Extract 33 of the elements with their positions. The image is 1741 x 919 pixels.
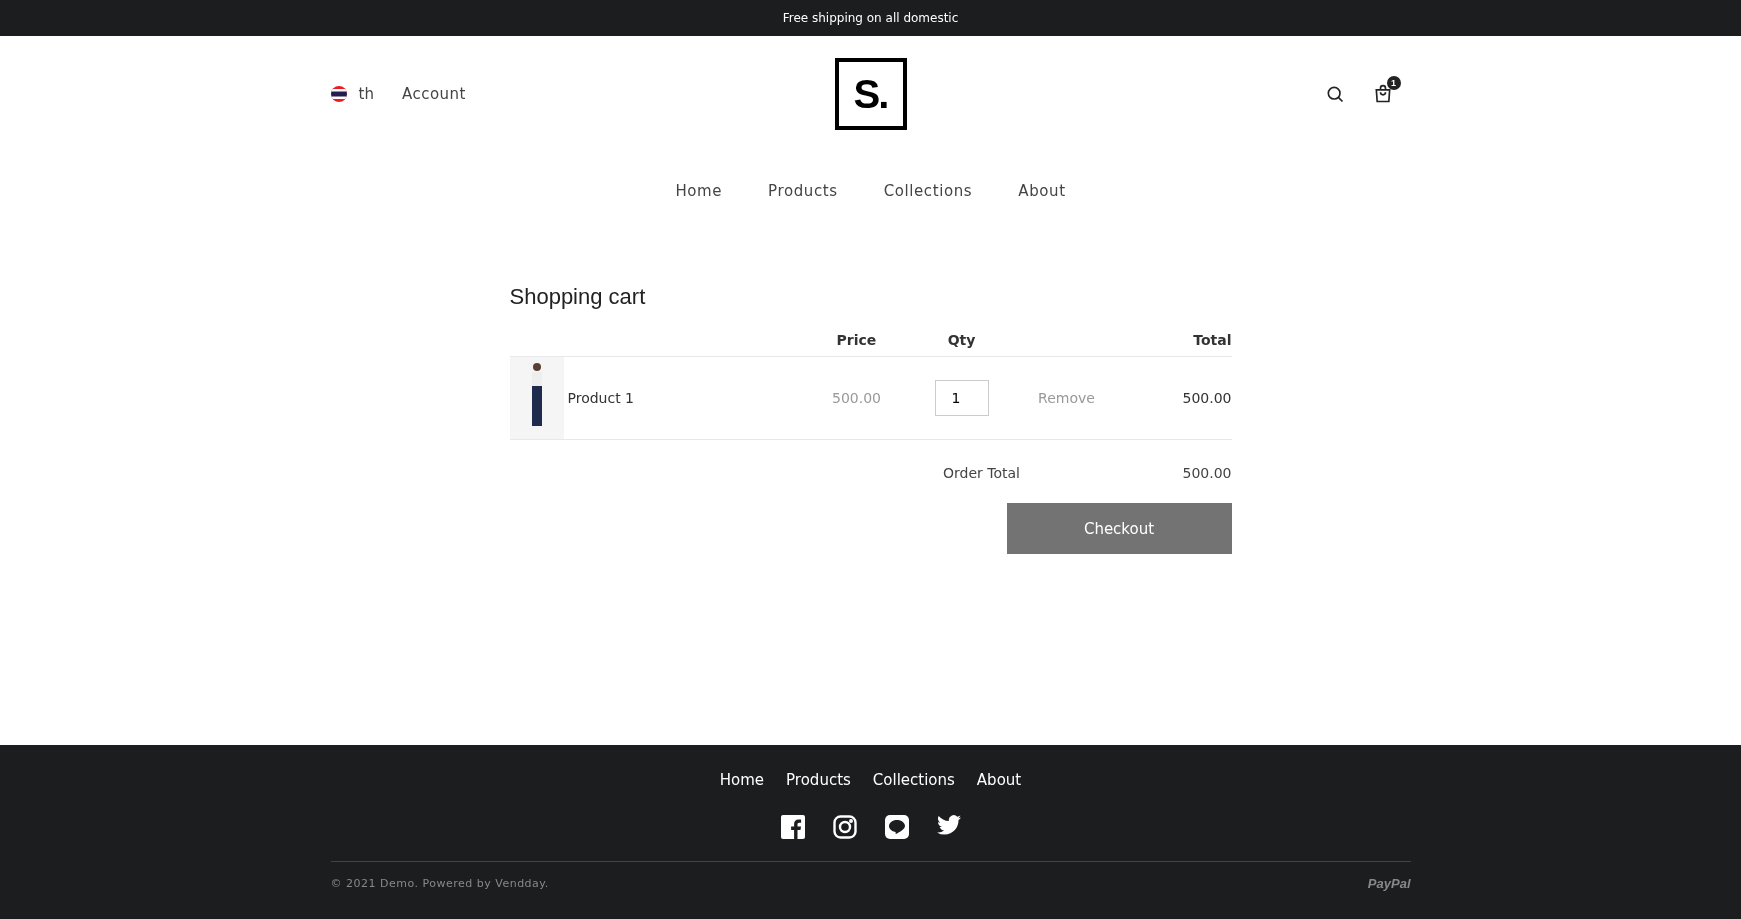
cart-count-badge: 1 — [1386, 76, 1401, 90]
nav-link[interactable]: About — [1018, 182, 1066, 200]
shopping-bag-icon — [1372, 84, 1393, 104]
item-total: 500.00 — [1181, 390, 1232, 406]
flag-icon — [330, 86, 347, 102]
footer-link[interactable]: Collections — [872, 771, 955, 789]
column-header: Qty — [946, 332, 977, 348]
twitter-icon[interactable] — [936, 815, 961, 835]
order-total-value: 500.00 — [1181, 465, 1232, 481]
item-price: 500.00 — [831, 390, 882, 406]
footer-link[interactable]: Products — [786, 771, 851, 789]
language-selector[interactable]: th — [330, 85, 374, 103]
copyright-text: © 2021 Demo. Powered by Vendday. — [330, 877, 549, 890]
paypal-logo: PayPal — [1367, 876, 1411, 891]
footer-link[interactable]: Home — [719, 771, 765, 789]
nav-link[interactable]: Products — [768, 182, 838, 200]
facebook-icon[interactable] — [780, 815, 805, 839]
column-header: Total — [1192, 332, 1232, 348]
order-total-label: Order Total — [942, 465, 1021, 481]
footer-link[interactable]: About — [976, 771, 1022, 789]
column-header: Price — [835, 332, 878, 348]
nav-link[interactable]: Home — [675, 182, 723, 200]
page-title: Shopping cart — [509, 284, 647, 310]
quantity-input[interactable]: 1 — [934, 380, 989, 416]
chat-bubble-icon[interactable] — [884, 815, 909, 839]
account-link[interactable]: Account — [401, 85, 466, 103]
product-name[interactable]: Product 1 — [567, 390, 634, 406]
nav-link[interactable]: Collections — [883, 182, 973, 200]
checkout-button[interactable]: Checkout — [1006, 503, 1232, 554]
announcement-text: Free shipping on all domestic — [782, 11, 959, 25]
instagram-icon[interactable] — [832, 815, 857, 839]
cart-button[interactable]: 1 — [1372, 76, 1401, 104]
store-logo[interactable]: S. — [834, 58, 907, 130]
